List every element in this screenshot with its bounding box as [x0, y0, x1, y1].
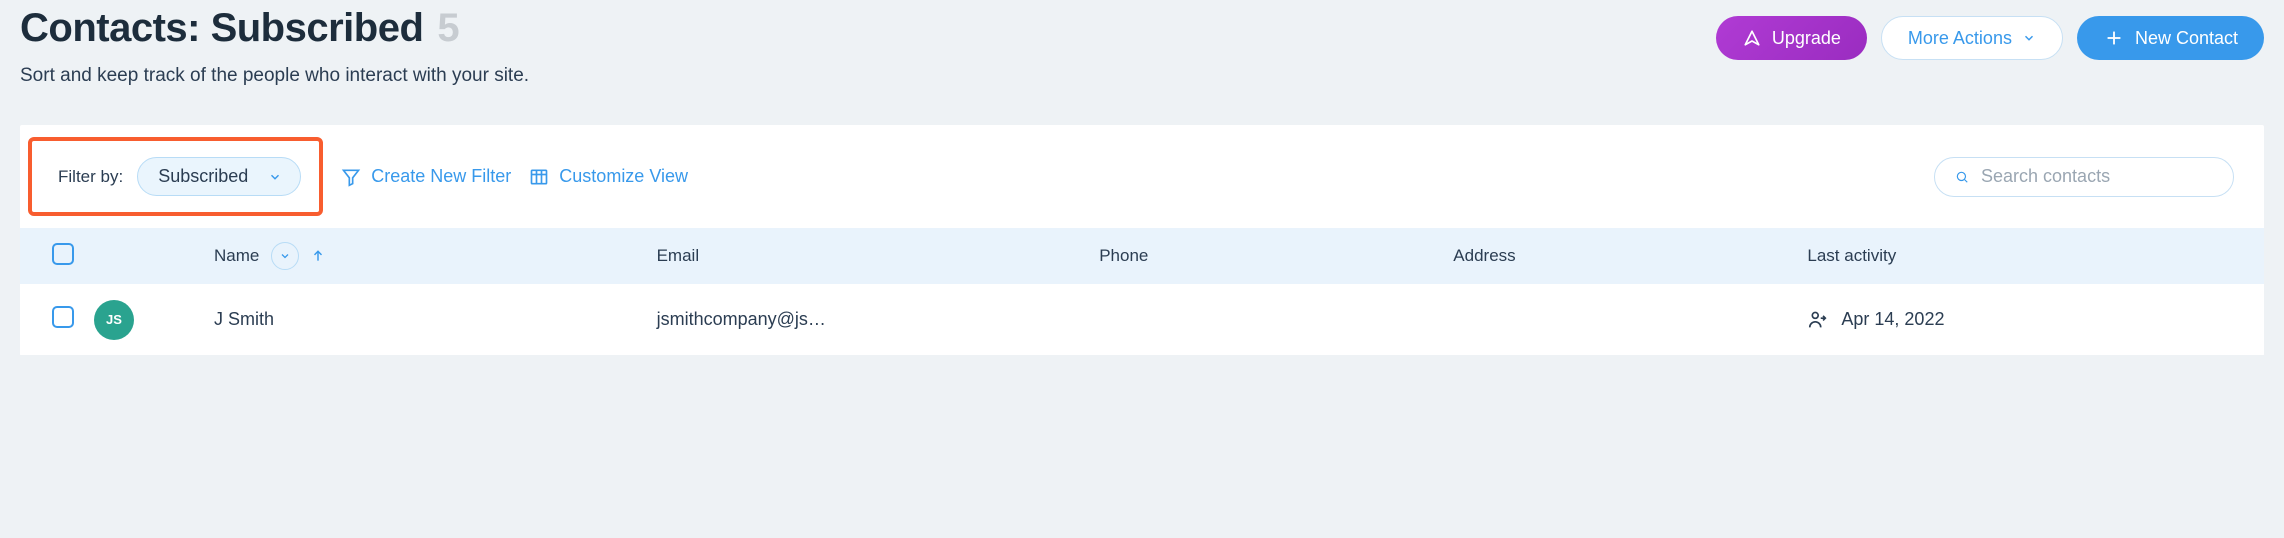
- row-checkbox[interactable]: [52, 306, 74, 328]
- new-contact-button[interactable]: New Contact: [2077, 16, 2264, 60]
- search-input[interactable]: [1981, 166, 2213, 187]
- filter-highlight: Filter by: Subscribed: [28, 137, 323, 216]
- chevron-down-icon: [268, 170, 282, 184]
- cell-name: J Smith: [214, 309, 657, 330]
- upgrade-label: Upgrade: [1772, 28, 1841, 49]
- person-activity-icon: [1807, 309, 1829, 331]
- avatar: JS: [94, 300, 134, 340]
- upgrade-button[interactable]: Upgrade: [1716, 16, 1867, 60]
- create-new-filter-label: Create New Filter: [371, 166, 511, 187]
- sort-asc-icon[interactable]: [311, 249, 325, 263]
- search-icon: [1955, 166, 1969, 188]
- customize-view-label: Customize View: [559, 166, 688, 187]
- chevron-down-icon: [279, 250, 291, 262]
- page-title: Contacts: Subscribed: [20, 6, 423, 51]
- search-box[interactable]: [1934, 157, 2234, 197]
- columns-icon: [529, 167, 549, 187]
- page-subtitle: Sort and keep track of the people who in…: [20, 65, 529, 87]
- active-filter-value: Subscribed: [158, 166, 248, 187]
- contact-count: 5: [437, 6, 459, 51]
- col-address-label[interactable]: Address: [1453, 246, 1807, 266]
- chevron-down-icon: [2022, 31, 2036, 45]
- customize-view-button[interactable]: Customize View: [529, 166, 688, 187]
- more-actions-label: More Actions: [1908, 28, 2012, 49]
- upgrade-icon: [1742, 28, 1762, 48]
- new-contact-label: New Contact: [2135, 28, 2238, 49]
- col-last-activity-label[interactable]: Last activity: [1807, 246, 2250, 266]
- col-email-label[interactable]: Email: [657, 246, 1100, 266]
- table-header: Name Email Phone Address Last activity: [20, 228, 2264, 284]
- more-actions-button[interactable]: More Actions: [1881, 16, 2063, 60]
- col-name-label[interactable]: Name: [214, 246, 259, 266]
- filter-dropdown[interactable]: Subscribed: [137, 157, 301, 196]
- plus-icon: [2103, 27, 2125, 49]
- create-new-filter-button[interactable]: Create New Filter: [341, 166, 511, 187]
- cell-last-activity: Apr 14, 2022: [1841, 309, 1944, 330]
- select-all-checkbox[interactable]: [52, 243, 74, 265]
- table-row[interactable]: JS J Smith jsmithcompany@js… Apr 14, 202…: [20, 284, 2264, 356]
- filter-by-label: Filter by:: [58, 167, 123, 187]
- col-phone-label[interactable]: Phone: [1099, 246, 1453, 266]
- sort-dropdown-button[interactable]: [271, 242, 299, 270]
- funnel-icon: [341, 167, 361, 187]
- cell-email: jsmithcompany@js…: [657, 309, 1100, 330]
